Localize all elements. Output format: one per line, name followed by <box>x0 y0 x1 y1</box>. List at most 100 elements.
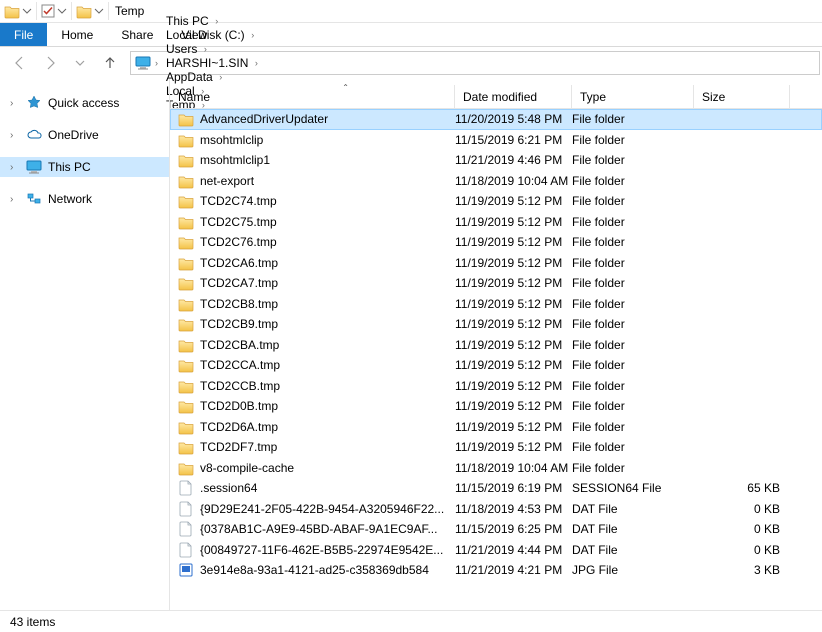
file-type: File folder <box>572 235 694 249</box>
chevron-down-icon[interactable] <box>94 6 104 16</box>
file-name: {9D29E241-2F05-422B-9454-A3205946F22... <box>200 502 444 516</box>
status-text: 43 items <box>10 615 55 629</box>
file-size: 0 KB <box>694 522 790 536</box>
file-type: File folder <box>572 420 694 434</box>
chevron-down-icon[interactable] <box>22 6 32 16</box>
file-icon <box>178 521 194 537</box>
file-row[interactable]: AdvancedDriverUpdater11/20/2019 5:48 PMF… <box>170 109 822 130</box>
file-row[interactable]: TCD2CB8.tmp11/19/2019 5:12 PMFile folder <box>170 294 822 315</box>
file-name: net-export <box>200 174 254 188</box>
breadcrumb-segment[interactable]: Local Disk (C:) › <box>162 28 262 42</box>
file-row[interactable]: TCD2CA6.tmp 11/19/2019 5:12 PMFile folder <box>170 253 822 274</box>
file-row[interactable]: TCD2D0B.tmp11/19/2019 5:12 PMFile folder <box>170 396 822 417</box>
column-size[interactable]: Size <box>694 85 790 108</box>
file-type: File folder <box>572 317 694 331</box>
file-row[interactable]: TCD2CA7.tmp11/19/2019 5:12 PMFile folder <box>170 273 822 294</box>
sidebar-item-label: This PC <box>48 160 91 174</box>
file-icon <box>178 480 194 496</box>
file-size: 0 KB <box>694 543 790 557</box>
file-row[interactable]: {00849727-11F6-462E-B5B5-22974E9542E...1… <box>170 540 822 561</box>
tab-file[interactable]: File <box>0 23 47 46</box>
file-row[interactable]: TCD2C74.tmp11/19/2019 5:12 PMFile folder <box>170 191 822 212</box>
file-name: msohtmlclip1 <box>200 153 270 167</box>
window-title: Temp <box>115 4 144 18</box>
file-type: File folder <box>572 379 694 393</box>
file-name: 3e914e8a-93a1-4121-ad25-c358369db584 <box>200 563 429 577</box>
file-row[interactable]: msohtmlclip11/15/2019 6:21 PMFile folder <box>170 130 822 151</box>
file-row[interactable]: TCD2C75.tmp11/19/2019 5:12 PMFile folder <box>170 212 822 233</box>
file-row[interactable]: {0378AB1C-A9E9-45BD-ABAF-9A1EC9AF...11/1… <box>170 519 822 540</box>
file-row[interactable]: TCD2CCA.tmp11/19/2019 5:12 PMFile folder <box>170 355 822 376</box>
tab-home[interactable]: Home <box>47 23 107 46</box>
file-name: msohtmlclip <box>200 133 263 147</box>
sidebar-item-quick-access[interactable]: › Quick access <box>0 93 169 113</box>
file-type: File folder <box>572 215 694 229</box>
folder-icon <box>178 214 194 230</box>
file-row[interactable]: TCD2CBA.tmp11/19/2019 5:12 PMFile folder <box>170 335 822 356</box>
nav-back-button[interactable] <box>10 53 30 73</box>
folder-icon <box>76 3 92 19</box>
folder-icon <box>178 111 194 127</box>
folder-icon <box>178 398 194 414</box>
column-name[interactable]: Name ⌃ <box>170 85 455 108</box>
folder-icon <box>178 193 194 209</box>
file-name: TCD2C74.tmp <box>200 194 277 208</box>
folder-icon <box>178 460 194 476</box>
file-name: v8-compile-cache <box>200 461 294 475</box>
file-name: TCD2CBA.tmp <box>200 338 279 352</box>
file-row[interactable]: TCD2CB9.tmp11/19/2019 5:12 PMFile folder <box>170 314 822 335</box>
properties-icon[interactable] <box>41 4 55 18</box>
file-date: 11/19/2019 5:12 PM <box>455 276 572 290</box>
sidebar-item-network[interactable]: › Network <box>0 189 169 209</box>
sidebar-item-onedrive[interactable]: › OneDrive <box>0 125 169 145</box>
column-type[interactable]: Type <box>572 85 694 108</box>
network-icon <box>26 191 42 207</box>
column-date[interactable]: Date modified <box>455 85 572 108</box>
file-row[interactable]: TCD2D6A.tmp11/19/2019 5:12 PMFile folder <box>170 417 822 438</box>
nav-forward-button[interactable] <box>40 53 60 73</box>
file-row[interactable]: 3e914e8a-93a1-4121-ad25-c358369db58411/2… <box>170 560 822 581</box>
breadcrumb-segment[interactable]: HARSHI~1.SIN › <box>162 56 262 70</box>
file-date: 11/19/2019 5:12 PM <box>455 256 572 270</box>
file-row[interactable]: TCD2DF7.tmp11/19/2019 5:12 PMFile folder <box>170 437 822 458</box>
file-date: 11/18/2019 10:04 AM <box>455 461 572 475</box>
sidebar-item-this-pc[interactable]: › This PC <box>0 157 169 177</box>
file-name: AdvancedDriverUpdater <box>200 112 328 126</box>
file-row[interactable]: net-export11/18/2019 10:04 AMFile folder <box>170 171 822 192</box>
file-row[interactable]: {9D29E241-2F05-422B-9454-A3205946F22...1… <box>170 499 822 520</box>
file-row[interactable]: TCD2CCB.tmp11/19/2019 5:12 PMFile folder <box>170 376 822 397</box>
file-date: 11/19/2019 5:12 PM <box>455 440 572 454</box>
jpg-icon <box>178 562 194 578</box>
file-name: {0378AB1C-A9E9-45BD-ABAF-9A1EC9AF... <box>200 522 437 536</box>
sidebar-item-label: OneDrive <box>48 128 99 142</box>
folder-icon <box>178 337 194 353</box>
nav-recent-dropdown[interactable] <box>70 53 90 73</box>
sidebar-item-label: Quick access <box>48 96 119 110</box>
folder-icon <box>178 378 194 394</box>
navbar: › This PC ›Local Disk (C:) ›Users ›HARSH… <box>0 47 822 79</box>
file-row[interactable]: msohtmlclip111/21/2019 4:46 PMFile folde… <box>170 150 822 171</box>
file-name: TCD2CA7.tmp <box>200 276 278 290</box>
file-date: 11/19/2019 5:12 PM <box>455 297 572 311</box>
file-row[interactable]: TCD2C76.tmp11/19/2019 5:12 PMFile folder <box>170 232 822 253</box>
file-type: File folder <box>572 194 694 208</box>
file-row[interactable]: v8-compile-cache11/18/2019 10:04 AMFile … <box>170 458 822 479</box>
tab-share[interactable]: Share <box>107 23 167 46</box>
status-bar: 43 items <box>0 610 822 632</box>
file-type: File folder <box>572 399 694 413</box>
chevron-down-icon[interactable] <box>57 6 67 16</box>
folder-icon <box>178 234 194 250</box>
file-type: File folder <box>572 112 694 126</box>
breadcrumb[interactable]: › This PC ›Local Disk (C:) ›Users ›HARSH… <box>130 51 820 75</box>
file-type: File folder <box>572 133 694 147</box>
file-type: File folder <box>572 256 694 270</box>
folder-icon <box>178 419 194 435</box>
cloud-icon <box>26 127 42 143</box>
file-name: TCD2CA6.tmp <box>200 256 278 270</box>
breadcrumb-segment[interactable]: This PC › <box>162 14 262 28</box>
file-name: TCD2C76.tmp <box>200 235 277 249</box>
file-row[interactable]: .session6411/15/2019 6:19 PMSESSION64 Fi… <box>170 478 822 499</box>
nav-up-button[interactable] <box>100 53 120 73</box>
breadcrumb-segment[interactable]: Users › <box>162 42 262 56</box>
file-name: TCD2CCA.tmp <box>200 358 280 372</box>
